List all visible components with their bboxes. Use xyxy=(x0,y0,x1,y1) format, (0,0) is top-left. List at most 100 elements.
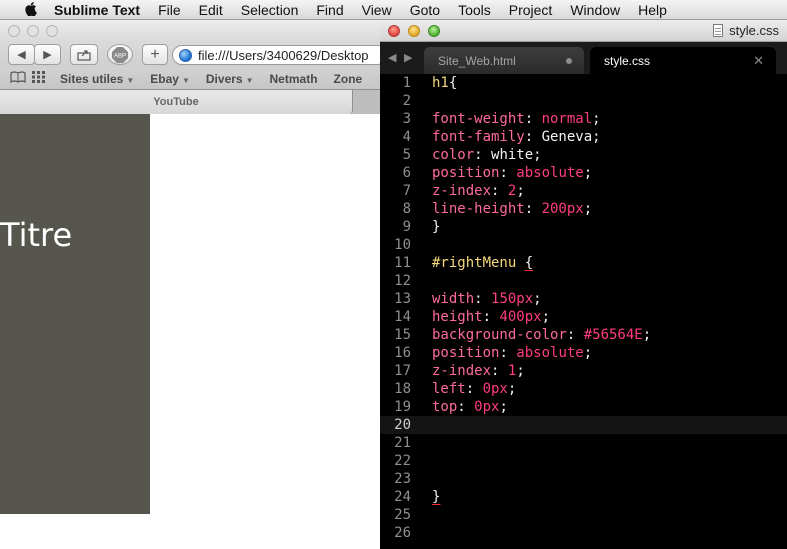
back-arrow-icon: ◀ xyxy=(17,49,26,61)
line-code: top: 0px; xyxy=(432,398,508,416)
code-token: 0px xyxy=(482,381,508,397)
code-line[interactable]: 15 background-color: #56564E; xyxy=(380,326,787,344)
code-line[interactable]: 7 z-index: 2; xyxy=(380,182,787,200)
tab-style-css[interactable]: style.css ✕ xyxy=(590,47,776,74)
code-token: position xyxy=(432,345,500,361)
safari-minimize-button[interactable] xyxy=(27,25,39,37)
line-number: 21 xyxy=(394,435,411,451)
code-line[interactable]: 6 position: absolute; xyxy=(380,164,787,182)
adblock-button[interactable]: ABP xyxy=(107,44,133,65)
safari-tab-youtube[interactable]: YouTube xyxy=(0,90,353,114)
line-number: 2 xyxy=(402,93,411,109)
code-line[interactable]: 26 xyxy=(380,524,787,542)
back-button[interactable]: ◀ xyxy=(8,44,35,65)
code-line[interactable]: 14 height: 400px; xyxy=(380,308,787,326)
line-code: width: 150px; xyxy=(432,290,542,308)
line-code: height: 400px; xyxy=(432,308,550,326)
safari-toolbar: ◀ ▶ ABP + file:///Users/3400629/Desktop xyxy=(0,42,380,68)
menu-view[interactable]: View xyxy=(353,0,401,20)
tab-scroll-left-icon[interactable]: ◀ xyxy=(388,51,396,64)
bookmark-netmath[interactable]: Netmath xyxy=(262,72,326,86)
menu-edit[interactable]: Edit xyxy=(190,0,232,20)
code-line[interactable]: 18 left: 0px; xyxy=(380,380,787,398)
menu-goto[interactable]: Goto xyxy=(401,0,449,20)
code-line[interactable]: 2 xyxy=(380,92,787,110)
sublime-zoom-button[interactable] xyxy=(428,25,440,37)
line-number: 23 xyxy=(394,471,411,487)
close-tab-icon[interactable]: ✕ xyxy=(753,53,764,69)
code-line[interactable]: 22 xyxy=(380,452,787,470)
line-number: 25 xyxy=(394,507,411,523)
new-tab-button[interactable]: + xyxy=(142,44,168,65)
line-code: z-index: 1; xyxy=(432,362,525,380)
line-code: #rightMenu { xyxy=(432,254,533,272)
tab-scroll-right-icon[interactable]: ▶ xyxy=(404,51,412,64)
top-sites-icon[interactable] xyxy=(32,71,46,86)
code-line[interactable]: 4 font-family: Geneva; xyxy=(380,128,787,146)
code-editor[interactable]: 1 h1{2 3 font-weight: normal; 4 font-family: … xyxy=(380,74,787,549)
menu-selection[interactable]: Selection xyxy=(232,0,308,20)
code-line[interactable]: 20 xyxy=(380,416,787,434)
forward-button[interactable]: ▶ xyxy=(34,44,61,65)
menu-find[interactable]: Find xyxy=(307,0,352,20)
menu-project[interactable]: Project xyxy=(500,0,562,20)
code-token: : xyxy=(474,147,492,163)
code-line[interactable]: 24} xyxy=(380,488,787,506)
safari-zoom-button[interactable] xyxy=(46,25,58,37)
code-line[interactable]: 13 width: 150px; xyxy=(380,290,787,308)
line-number: 19 xyxy=(394,399,411,415)
reading-list-icon[interactable] xyxy=(10,71,26,86)
code-line[interactable]: 23 xyxy=(380,470,787,488)
code-token: } xyxy=(432,489,441,505)
document-icon xyxy=(713,24,724,37)
line-number: 6 xyxy=(402,165,411,181)
code-line[interactable]: 11 #rightMenu { xyxy=(380,254,787,272)
code-token: height xyxy=(432,309,483,325)
bookmark-divers[interactable]: Divers ▼ xyxy=(198,72,262,86)
code-line[interactable]: 12 xyxy=(380,272,787,290)
menu-app-name[interactable]: Sublime Text xyxy=(50,0,149,20)
code-token: : xyxy=(566,327,584,343)
code-line[interactable]: 8 line-height: 200px; xyxy=(380,200,787,218)
safari-window: ◀ ▶ ABP + file:///Users/3400629/Desktop … xyxy=(0,20,380,549)
apple-menu-icon[interactable] xyxy=(20,1,42,19)
code-line[interactable]: 16 position: absolute; xyxy=(380,344,787,362)
line-code: position: absolute; xyxy=(432,344,592,362)
sublime-minimize-button[interactable] xyxy=(408,25,420,37)
adblock-icon: ABP xyxy=(112,46,128,63)
menu-window[interactable]: Window xyxy=(561,0,629,20)
menu-file[interactable]: File xyxy=(149,0,190,20)
line-number: 18 xyxy=(394,381,411,397)
code-line[interactable]: 3 font-weight: normal; xyxy=(380,110,787,128)
code-line[interactable]: 5 color: white; xyxy=(380,146,787,164)
line-code: h1{ xyxy=(432,74,457,92)
code-token: ; xyxy=(592,111,601,127)
code-token: ; xyxy=(541,309,551,325)
unsaved-dot-icon[interactable] xyxy=(566,58,572,64)
address-bar[interactable]: file:///Users/3400629/Desktop xyxy=(172,45,380,65)
line-number: 15 xyxy=(394,327,411,343)
code-line[interactable]: 9} xyxy=(380,218,787,236)
line-code: } xyxy=(432,218,440,236)
bookmark-sites-utiles[interactable]: Sites utiles ▼ xyxy=(52,72,142,86)
code-line[interactable]: 19 top: 0px; xyxy=(380,398,787,416)
menu-help[interactable]: Help xyxy=(629,0,676,20)
code-line[interactable]: 21 xyxy=(380,434,787,452)
code-line[interactable]: 25 xyxy=(380,506,787,524)
safari-tab-strip: YouTube xyxy=(0,90,380,114)
menu-tools[interactable]: Tools xyxy=(449,0,500,20)
code-line[interactable]: 10 xyxy=(380,236,787,254)
window-title-text: style.css xyxy=(729,23,779,38)
code-token: ; xyxy=(533,291,542,307)
sublime-close-button[interactable] xyxy=(388,25,400,37)
code-token: normal xyxy=(541,111,593,127)
code-line[interactable]: 1 h1{ xyxy=(380,74,787,92)
safari-close-button[interactable] xyxy=(8,25,20,37)
tab-site-web-html[interactable]: Site_Web.html xyxy=(424,47,584,74)
share-button[interactable] xyxy=(70,44,98,65)
bookmark-ebay[interactable]: Ebay ▼ xyxy=(142,72,198,86)
tab-label: style.css xyxy=(604,53,651,68)
code-line[interactable]: 17 z-index: 1; xyxy=(380,362,787,380)
line-number: 8 xyxy=(402,201,411,217)
bookmark-zone[interactable]: Zone xyxy=(326,72,371,86)
